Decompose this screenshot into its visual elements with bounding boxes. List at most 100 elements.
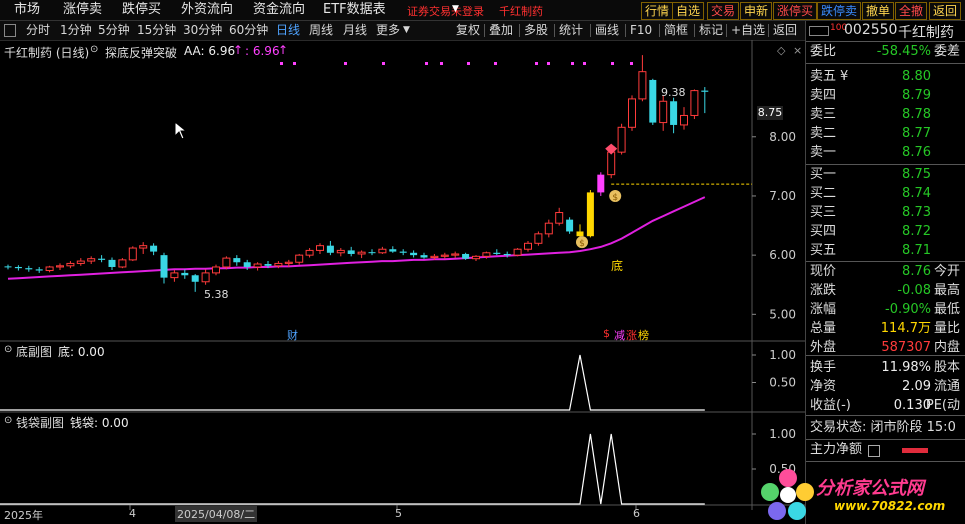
buy-level-row[interactable]: 买四 8.72	[806, 223, 965, 241]
stat-unit: 流通	[933, 379, 960, 394]
toolbar-button[interactable]: 返回	[773, 21, 797, 40]
candle-body	[76, 260, 85, 264]
xaxis-label: 5	[395, 507, 402, 520]
period-tab[interactable]: 15分钟	[137, 21, 176, 40]
candle-body	[638, 71, 647, 100]
toolbar-button[interactable]: 统计	[559, 21, 583, 40]
sell-level-row[interactable]: 卖三 8.78	[806, 106, 965, 124]
menu-capital-flow[interactable]: 资金流向	[253, 1, 305, 19]
buy-level-row[interactable]: 买三 8.73	[806, 204, 965, 222]
candle-body	[659, 100, 668, 124]
stat-row: 净资 2.09 流通	[806, 378, 965, 396]
buy-level-price: 8.73	[902, 205, 931, 220]
quick-button[interactable]: 涨停买	[773, 2, 818, 20]
signal-dot	[280, 62, 283, 65]
tag-reduce[interactable]: 减	[614, 327, 625, 343]
kline-chart[interactable]: 5.006.007.008.00$$0.501.000.501.00	[0, 40, 805, 524]
watermark-title: 分析家公式网	[816, 478, 924, 499]
menu-foreign-flow[interactable]: 外资流向	[181, 1, 233, 19]
toolbar-button[interactable]: 标记	[699, 21, 723, 40]
sub2-toggle-icon[interactable]: ⊙	[4, 415, 12, 426]
period-tab[interactable]: 30分钟	[183, 21, 222, 40]
flower-logo-icon	[761, 469, 814, 520]
quick-button[interactable]: 撤单	[862, 2, 895, 20]
quick-button[interactable]: 交易	[707, 2, 740, 20]
diamond-icon[interactable]: ◇	[777, 44, 785, 57]
buy-level-row[interactable]: 买一 8.75	[806, 166, 965, 184]
candle-body	[316, 245, 324, 251]
sell-level-row[interactable]: 卖四 8.79	[806, 87, 965, 105]
menu-etf-table[interactable]: ETF数据表	[323, 1, 386, 19]
layout-icon[interactable]	[4, 24, 16, 37]
candle-body	[378, 248, 387, 254]
panel-layout-icon[interactable]	[809, 26, 829, 36]
toolbar-button[interactable]: 复权	[456, 21, 480, 40]
toolbar-button[interactable]: 叠加	[489, 21, 513, 40]
candle-body	[118, 259, 127, 268]
period-tab[interactable]: 月线	[343, 21, 367, 40]
signal-dot	[611, 62, 614, 65]
quick-button[interactable]: 返回	[929, 2, 962, 20]
period-tab[interactable]: 日线	[276, 21, 300, 40]
sell-level-row[interactable]: 卖一 8.76	[806, 144, 965, 162]
menu-market[interactable]: 市场	[14, 1, 40, 19]
quick-button[interactable]: 行情	[641, 2, 674, 20]
buy-level-price: 8.71	[902, 243, 931, 258]
sell-level-row[interactable]: 卖二 8.77	[806, 125, 965, 143]
period-tab[interactable]: 1分钟	[60, 21, 92, 40]
sub1-title[interactable]: 底副图	[16, 343, 52, 360]
toolbar-button[interactable]: 简框	[664, 21, 688, 40]
close-icon[interactable]: ×	[793, 44, 802, 57]
candle-body	[160, 255, 168, 278]
period-tab[interactable]: 周线	[309, 21, 333, 40]
toolbar-button[interactable]: 画线	[595, 21, 619, 40]
gem-icon	[605, 143, 618, 155]
stat-row: 收益(-) 0.130 PE(动	[806, 397, 965, 415]
candle-body	[670, 101, 678, 125]
toolbar-button[interactable]: 多股	[524, 21, 548, 40]
candle-body	[503, 253, 511, 256]
candle-body	[357, 251, 366, 255]
menu-limit-up-sell[interactable]: 涨停卖	[63, 1, 102, 19]
candle-body	[191, 275, 199, 282]
quote-panel: 100 002550 千红制药 委比 -58.45% 委差 卖五 8.80 ¥ 卖四 8…	[761, 21, 965, 524]
sub1-toggle-icon[interactable]: ⊙	[4, 344, 12, 355]
login-status[interactable]: 证券交易未登录	[407, 3, 484, 19]
menu-limit-down-buy[interactable]: 跌停买	[122, 1, 161, 19]
dropdown-icon[interactable]: ▼	[452, 4, 459, 14]
candle-body	[14, 266, 22, 269]
stat-value: 114.7万	[880, 321, 931, 336]
quick-button[interactable]: 申新	[740, 2, 773, 20]
sub2-title[interactable]: 钱袋副图	[16, 414, 64, 431]
more-dropdown-icon[interactable]: ▼	[403, 21, 410, 40]
buy-level-row[interactable]: 买五 8.71	[806, 242, 965, 260]
indicator-name[interactable]: 探底反弹突破	[105, 44, 177, 61]
period-tab[interactable]: 5分钟	[98, 21, 130, 40]
candle-body	[628, 98, 636, 128]
quick-button[interactable]: 全撤	[895, 2, 928, 20]
finance-marker[interactable]: 财	[287, 327, 298, 343]
quick-button[interactable]: 跌停卖	[817, 2, 862, 20]
indicator-toggle-icon[interactable]: ⊙	[90, 44, 98, 55]
tag-dollar[interactable]: $	[603, 327, 610, 340]
main-flow-menu-icon[interactable]	[868, 445, 880, 457]
candle-body	[98, 258, 106, 260]
candle-body	[243, 262, 251, 267]
sell-level-row[interactable]: 卖五 8.80 ¥	[806, 68, 965, 86]
tag-limit-up[interactable]: 涨	[626, 327, 637, 343]
period-tab[interactable]: 更多	[376, 21, 400, 40]
toolbar-separator	[554, 24, 555, 37]
stat-row: 涨幅 -0.90% 最低	[806, 301, 965, 319]
stat-row: 现价 8.76 今开	[806, 263, 965, 281]
tag-board[interactable]: 榜	[638, 327, 649, 343]
toolbar-button[interactable]: F10	[630, 21, 652, 40]
sub2-value: 钱袋: 0.00	[70, 416, 129, 430]
toolbar-separator	[768, 24, 769, 37]
quick-button[interactable]: 自选	[672, 2, 705, 20]
period-tab[interactable]: 60分钟	[229, 21, 268, 40]
candle-body	[35, 269, 43, 271]
buy-level-row[interactable]: 买二 8.74	[806, 185, 965, 203]
period-tab[interactable]: 分时	[26, 21, 50, 40]
toolbar-button[interactable]: +自选	[731, 21, 765, 40]
candle-body	[493, 252, 501, 254]
